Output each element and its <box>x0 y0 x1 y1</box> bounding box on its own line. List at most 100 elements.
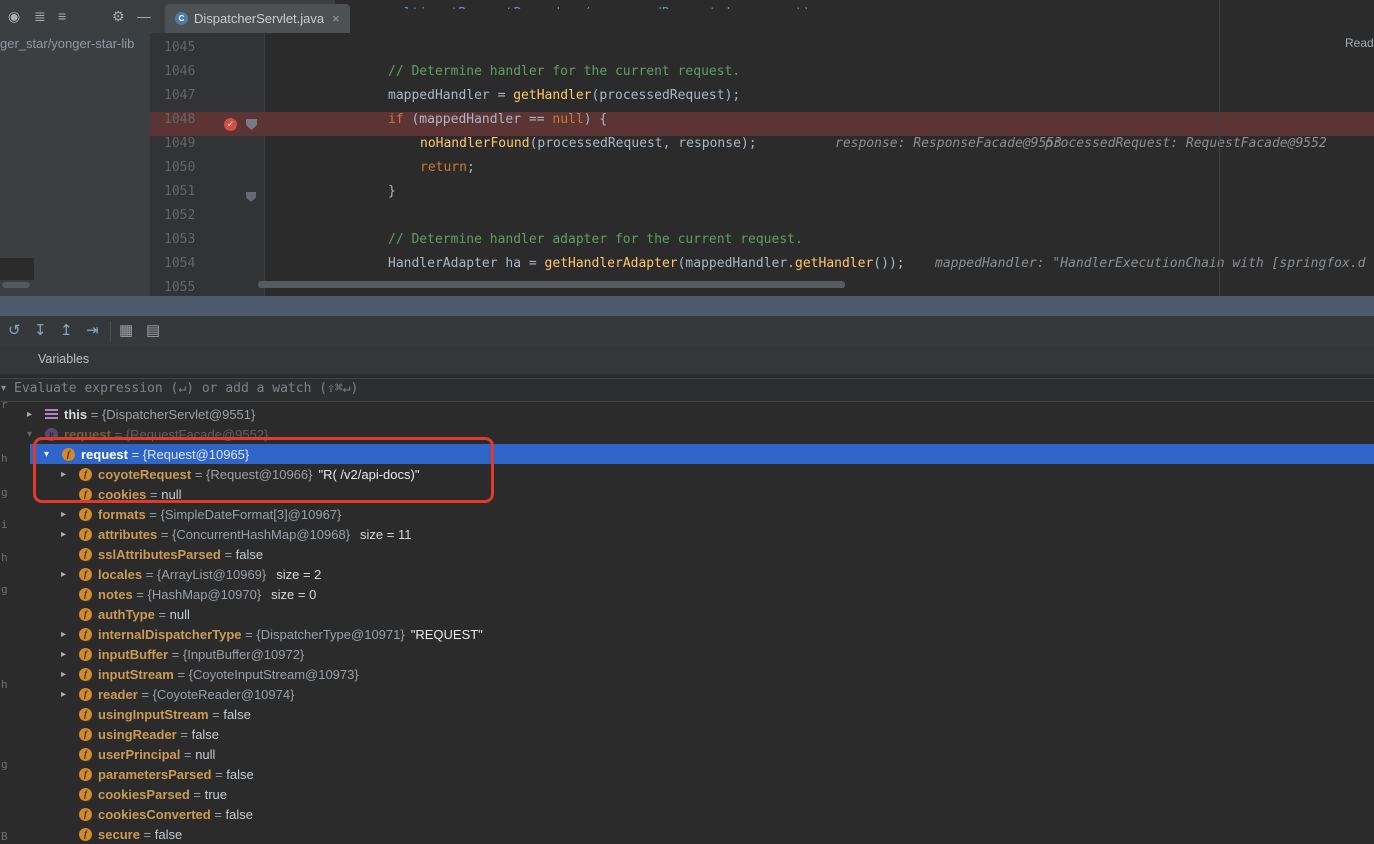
line-number[interactable]: 1051 <box>164 184 206 199</box>
variable-row-reader[interactable]: ▸freader = {CoyoteReader@10974} <box>0 684 1374 704</box>
line-number[interactable]: 1048 <box>164 112 206 127</box>
layout-settings-icon[interactable]: ▤ <box>146 322 160 340</box>
variable-row-notes[interactable]: fnotes = {HashMap@10970}size = 0 <box>0 584 1374 604</box>
line-number[interactable]: 1045 <box>164 40 206 55</box>
field-icon: f <box>79 648 92 661</box>
variable-row-userPrincipal[interactable]: fuserPrincipal = null <box>0 744 1374 764</box>
chevron-down-icon[interactable]: ▾ <box>1 383 6 394</box>
variable-row-authType[interactable]: fauthType = null <box>0 604 1374 624</box>
chevron-right-icon[interactable]: ▸ <box>61 629 79 640</box>
code-line-1046[interactable]: 1046// Determine handler for the current… <box>150 64 1374 88</box>
line-number[interactable]: 1053 <box>164 232 206 247</box>
variable-value: {CoyoteInputStream@10973} <box>189 667 359 682</box>
line-number[interactable]: 1052 <box>164 208 206 223</box>
variable-row-formats[interactable]: ▸fformats = {SimpleDateFormat[3]@10967} <box>0 504 1374 524</box>
align-lines-icon[interactable]: ≡ <box>58 7 66 25</box>
param-icon: p <box>45 428 58 441</box>
tab-variables[interactable]: Variables <box>38 352 89 366</box>
project-panel[interactable]: ger_star/yonger-star-lib <box>0 33 150 296</box>
code-line-1050[interactable]: 1050return; <box>150 160 1374 184</box>
splitter-band[interactable] <box>0 296 1374 316</box>
field-icon: f <box>79 468 92 481</box>
line-number[interactable]: 1054 <box>164 256 206 271</box>
code-line-1054[interactable]: 1054HandlerAdapter ha = getHandlerAdapte… <box>150 256 1374 280</box>
variable-value: {ConcurrentHashMap@10968} <box>172 527 350 542</box>
variable-name: secure <box>98 827 140 842</box>
variable-row-coyoteRequest[interactable]: ▸fcoyoteRequest = {Request@10966}"R( /v2… <box>0 464 1374 484</box>
code-line-1045[interactable]: 1045 <box>150 40 1374 64</box>
line-number[interactable]: 1046 <box>164 64 206 79</box>
variable-row-cookiesConverted[interactable]: fcookiesConverted = false <box>0 804 1374 824</box>
code-line-1053[interactable]: 1053// Determine handler adapter for the… <box>150 232 1374 256</box>
line-number[interactable]: 1050 <box>164 160 206 175</box>
equals-sign: = <box>211 807 226 822</box>
field-icon: f <box>79 508 92 521</box>
window-control-icon[interactable]: ◉ <box>8 7 20 25</box>
variable-row-internalDispatcherType[interactable]: ▸finternalDispatcherType = {DispatcherTy… <box>0 624 1374 644</box>
equals-sign: = <box>221 547 236 562</box>
variables-header: Variables <box>0 346 1374 375</box>
variable-row-usingReader[interactable]: fusingReader = false <box>0 724 1374 744</box>
chevron-right-icon[interactable]: ▸ <box>61 669 79 680</box>
chevron-right-icon[interactable]: ▸ <box>61 509 79 520</box>
chevron-right-icon[interactable]: ▸ <box>61 469 79 480</box>
chevron-right-icon[interactable]: ▸ <box>61 529 79 540</box>
variable-name: cookiesConverted <box>98 807 211 822</box>
field-icon: f <box>79 768 92 781</box>
code-text: noHandlerFound(processedRequest, respons… <box>265 136 757 151</box>
code-line-1047[interactable]: 1047mappedHandler = getHandler(processed… <box>150 88 1374 112</box>
code-line-1048[interactable]: 1048✓if (mappedHandler == null) { <box>150 112 1374 136</box>
field-icon: f <box>79 568 92 581</box>
chevron-right-icon[interactable]: ▸ <box>61 689 79 700</box>
equals-sign: = <box>155 607 170 622</box>
variable-row-inputStream[interactable]: ▸finputStream = {CoyoteInputStream@10973… <box>0 664 1374 684</box>
settings-gear-icon[interactable]: ⚙ <box>112 7 125 25</box>
chevron-right-icon[interactable]: ▸ <box>61 649 79 660</box>
variable-row-this[interactable]: ▸this = {DispatcherServlet@9551} <box>0 404 1374 424</box>
field-icon: f <box>79 748 92 761</box>
variable-row-attributes[interactable]: ▸fattributes = {ConcurrentHashMap@10968}… <box>0 524 1374 544</box>
variable-row-secure[interactable]: fsecure = false <box>0 824 1374 844</box>
variable-row-sslAttributesParsed[interactable]: fsslAttributesParsed = false <box>0 544 1374 564</box>
code-line-1051[interactable]: 1051} <box>150 184 1374 208</box>
line-number[interactable]: 1055 <box>164 280 206 295</box>
variable-row-cookiesParsed[interactable]: fcookiesParsed = true <box>0 784 1374 804</box>
project-horizontal-scrollbar[interactable] <box>2 282 30 288</box>
variable-value: {DispatcherType@10971} <box>256 627 404 642</box>
variable-row-usingInputStream[interactable]: fusingInputStream = false <box>0 704 1374 724</box>
main-toolbar: ◉ ≣ ≡ ⚙ — C DispatcherServlet.java × <box>0 0 335 33</box>
variable-row-parametersParsed[interactable]: fparametersParsed = false <box>0 764 1374 784</box>
chevron-right-icon[interactable]: ▸ <box>27 409 45 420</box>
variable-value: {RequestFacade@9552} <box>126 427 269 442</box>
reset-frame-icon[interactable]: ↺ <box>8 322 21 340</box>
tab-close-icon[interactable]: × <box>332 11 340 26</box>
code-text: } <box>265 184 396 199</box>
chevron-right-icon[interactable]: ▸ <box>61 569 79 580</box>
minimize-icon[interactable]: — <box>137 7 151 25</box>
variable-row-cookies[interactable]: fcookies = null <box>0 484 1374 504</box>
java-class-icon: C <box>175 12 188 25</box>
step-out-icon[interactable]: ↥ <box>60 322 73 340</box>
code-line-1052[interactable]: 1052 <box>150 208 1374 232</box>
chevron-down-icon[interactable]: ▾ <box>27 429 45 440</box>
step-into-icon[interactable]: ↧ <box>34 322 47 340</box>
variable-row-locales[interactable]: ▸flocales = {ArrayList@10969}size = 2 <box>0 564 1374 584</box>
scroll-to-end-icon[interactable]: ≣ <box>34 7 46 25</box>
variable-row-request[interactable]: ▾frequest = {Request@10965} <box>0 444 1374 464</box>
breakpoint-icon[interactable]: ✓ <box>224 118 237 131</box>
view-as-table-icon[interactable]: ▦ <box>119 322 133 340</box>
variable-row-inputBuffer[interactable]: ▸finputBuffer = {InputBuffer@10972} <box>0 644 1374 664</box>
chevron-down-icon[interactable]: ▾ <box>44 449 62 460</box>
editor-pane[interactable]: multipartRequestParsed = (processedReque… <box>150 0 1374 296</box>
variable-name: reader <box>98 687 138 702</box>
run-to-cursor-icon[interactable]: ⇥ <box>86 322 99 340</box>
variable-name: usingReader <box>98 727 177 742</box>
line-number[interactable]: 1047 <box>164 88 206 103</box>
editor-tab-dispatcherservlet[interactable]: C DispatcherServlet.java × <box>165 4 350 33</box>
variable-row-request[interactable]: ▾prequest = {RequestFacade@9552} <box>0 424 1374 444</box>
field-icon: f <box>79 788 92 801</box>
code-line-1049[interactable]: 1049 noHandlerFound(processedRequest, res… <box>150 136 1374 160</box>
evaluate-expression-input[interactable]: Evaluate expression (↵) or add a watch (… <box>0 378 1374 402</box>
editor-horizontal-scrollbar[interactable] <box>258 281 845 288</box>
line-number[interactable]: 1049 <box>164 136 206 151</box>
